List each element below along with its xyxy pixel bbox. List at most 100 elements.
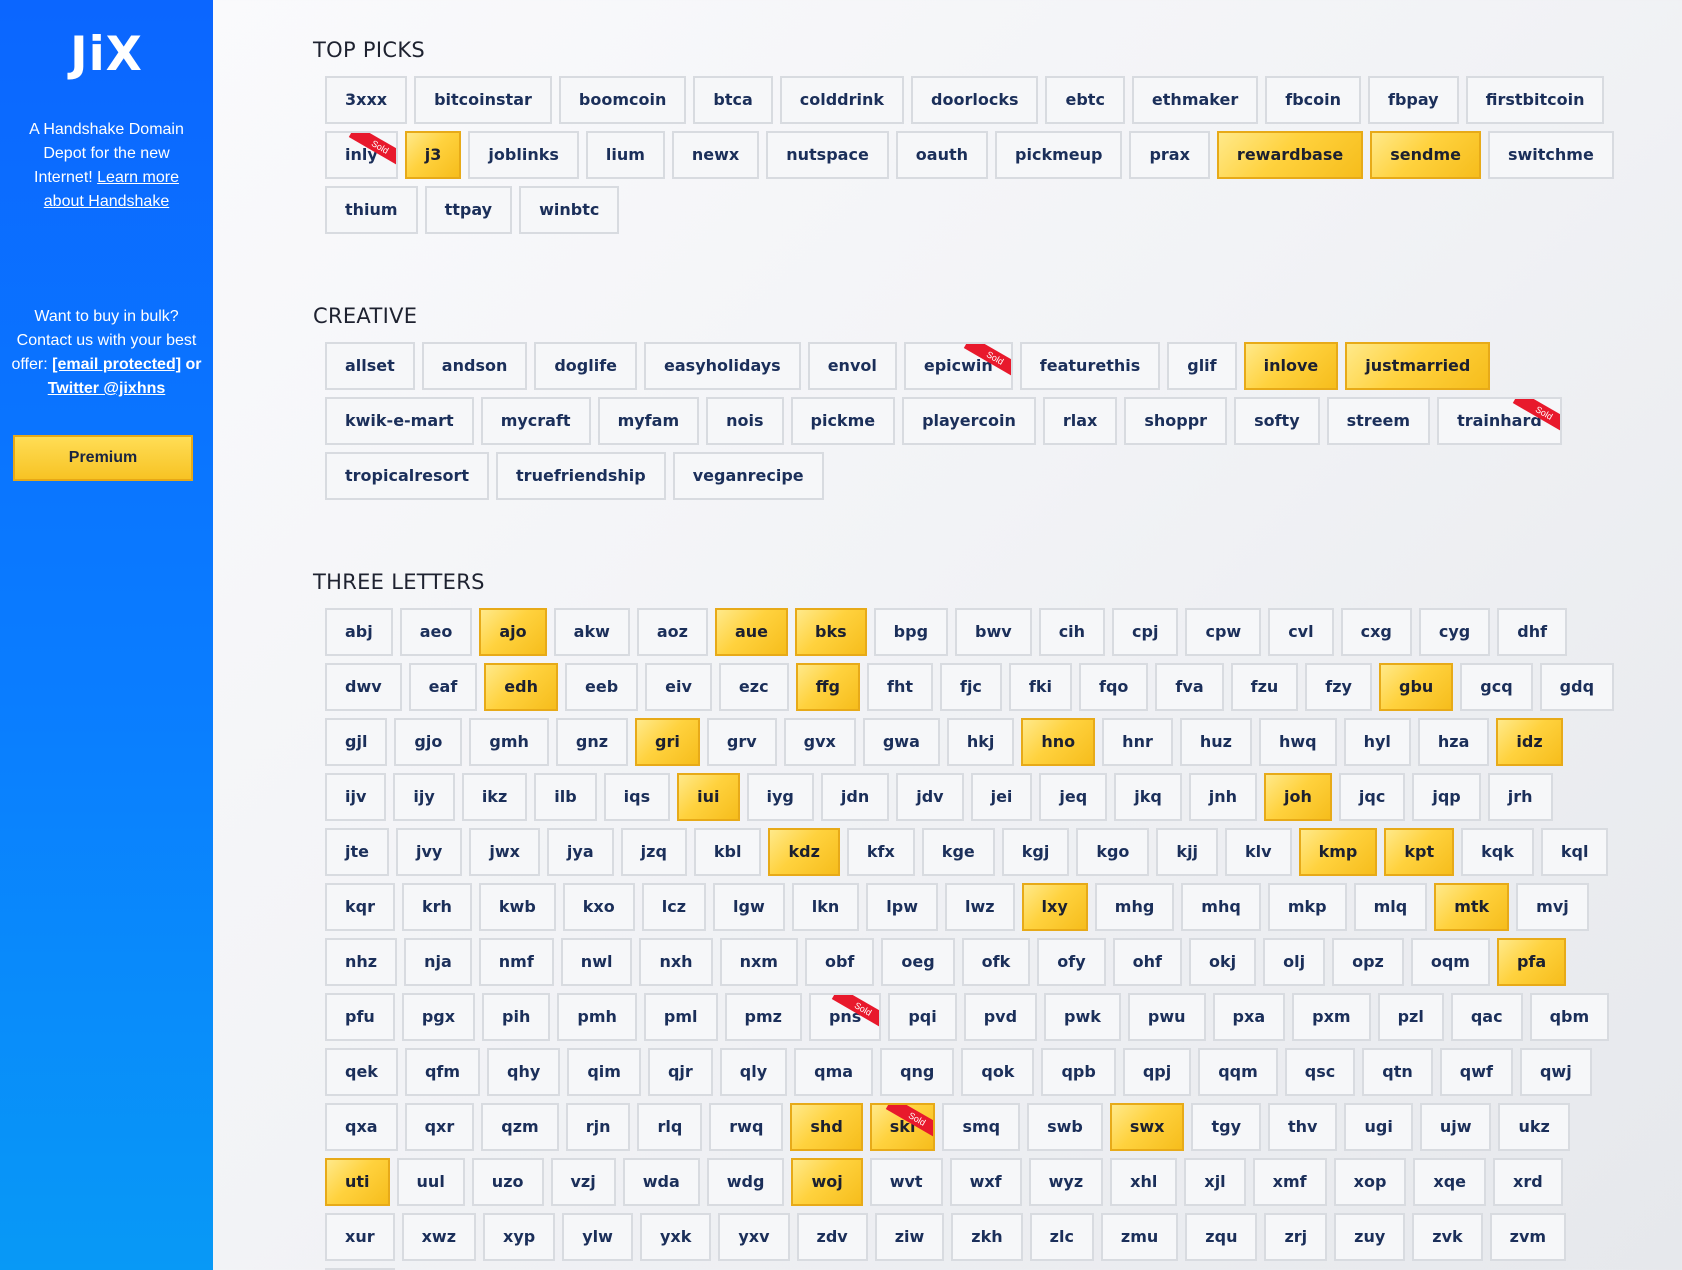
domain-chip-mlq[interactable]: mlq xyxy=(1353,883,1428,931)
domain-chip-dwv[interactable]: dwv xyxy=(325,663,402,711)
domain-chip-qma[interactable]: qma xyxy=(794,1048,874,1096)
domain-chip-myfam[interactable]: myfam xyxy=(597,397,700,445)
domain-chip-zkh[interactable]: zkh xyxy=(951,1213,1023,1261)
domain-chip-ugi[interactable]: ugi xyxy=(1344,1103,1413,1151)
domain-chip-ofy[interactable]: ofy xyxy=(1037,938,1106,986)
domain-chip-pickmeup[interactable]: pickmeup xyxy=(995,131,1123,179)
domain-chip-rjn[interactable]: rjn xyxy=(565,1103,631,1151)
domain-chip-idz[interactable]: idz xyxy=(1496,718,1563,766)
domain-chip-firstbitcoin[interactable]: firstbitcoin xyxy=(1465,76,1605,124)
domain-chip-jdn[interactable]: jdn xyxy=(820,773,890,821)
domain-chip-joblinks[interactable]: joblinks xyxy=(468,131,579,179)
domain-chip-qhy[interactable]: qhy xyxy=(487,1048,561,1096)
domain-chip-edh[interactable]: edh xyxy=(484,663,558,711)
domain-chip-kql[interactable]: kql xyxy=(1540,828,1609,876)
domain-chip-mhq[interactable]: mhq xyxy=(1181,883,1261,931)
domain-chip-qxr[interactable]: qxr xyxy=(404,1103,475,1151)
domain-chip-fzy[interactable]: fzy xyxy=(1305,663,1372,711)
domain-chip-lkn[interactable]: lkn xyxy=(791,883,860,931)
domain-chip-qng[interactable]: qng xyxy=(880,1048,955,1096)
email-link[interactable]: [email protected] xyxy=(52,356,181,373)
domain-chip-hno[interactable]: hno xyxy=(1021,718,1096,766)
domain-chip-oqm[interactable]: oqm xyxy=(1410,938,1490,986)
domain-chip-hnr[interactable]: hnr xyxy=(1102,718,1173,766)
domain-chip-gvx[interactable]: gvx xyxy=(783,718,856,766)
domain-chip-zqu[interactable]: zqu xyxy=(1185,1213,1258,1261)
domain-chip-fva[interactable]: fva xyxy=(1155,663,1224,711)
domain-chip-sendme[interactable]: sendme xyxy=(1370,131,1481,179)
domain-chip-qpj[interactable]: qpj xyxy=(1122,1048,1192,1096)
domain-chip-j3[interactable]: j3 xyxy=(404,131,462,179)
domain-chip-gjl[interactable]: gjl xyxy=(325,718,388,766)
domain-chip-woj[interactable]: woj xyxy=(791,1158,863,1206)
domain-chip-mycraft[interactable]: mycraft xyxy=(480,397,591,445)
domain-chip-fki[interactable]: fki xyxy=(1008,663,1073,711)
domain-chip-ajo[interactable]: ajo xyxy=(479,608,547,656)
domain-chip-qxa[interactable]: qxa xyxy=(325,1103,398,1151)
domain-chip-xop[interactable]: xop xyxy=(1333,1158,1407,1206)
domain-chip-klv[interactable]: klv xyxy=(1225,828,1292,876)
domain-chip-fjc[interactable]: fjc xyxy=(939,663,1002,711)
domain-chip-ofk[interactable]: ofk xyxy=(961,938,1031,986)
domain-chip-okj[interactable]: okj xyxy=(1188,938,1257,986)
domain-chip-nxh[interactable]: nxh xyxy=(639,938,713,986)
domain-chip-featurethis[interactable]: featurethis xyxy=(1019,342,1161,390)
domain-chip-kfx[interactable]: kfx xyxy=(846,828,915,876)
domain-chip-qbm[interactable]: qbm xyxy=(1529,993,1610,1041)
domain-chip-swb[interactable]: swb xyxy=(1027,1103,1103,1151)
domain-chip-uul[interactable]: uul xyxy=(396,1158,465,1206)
domain-chip-boomcoin[interactable]: boomcoin xyxy=(558,76,687,124)
domain-chip-bitcoinstar[interactable]: bitcoinstar xyxy=(414,76,552,124)
domain-chip-qim[interactable]: qim xyxy=(567,1048,641,1096)
domain-chip-joh[interactable]: joh xyxy=(1264,773,1332,821)
domain-chip-switchme[interactable]: switchme xyxy=(1487,131,1614,179)
domain-chip-pmh[interactable]: pmh xyxy=(557,993,637,1041)
domain-chip-lpw[interactable]: lpw xyxy=(866,883,938,931)
domain-chip-qac[interactable]: qac xyxy=(1450,993,1523,1041)
domain-chip-qsc[interactable]: qsc xyxy=(1284,1048,1356,1096)
domain-chip-pfu[interactable]: pfu xyxy=(325,993,395,1041)
domain-chip-kdz[interactable]: kdz xyxy=(768,828,840,876)
domain-chip-kxo[interactable]: kxo xyxy=(562,883,635,931)
domain-chip-ikz[interactable]: ikz xyxy=(461,773,528,821)
domain-chip-kmp[interactable]: kmp xyxy=(1298,828,1378,876)
domain-chip-eaf[interactable]: eaf xyxy=(408,663,478,711)
domain-chip-bpg[interactable]: bpg xyxy=(873,608,949,656)
domain-chip-grv[interactable]: grv xyxy=(706,718,777,766)
domain-chip-kqr[interactable]: kqr xyxy=(325,883,395,931)
domain-chip-zrj[interactable]: zrj xyxy=(1264,1213,1328,1261)
domain-chip-mvj[interactable]: mvj xyxy=(1516,883,1589,931)
domain-chip-tropicalresort[interactable]: tropicalresort xyxy=(325,452,490,500)
domain-chip-vzj[interactable]: vzj xyxy=(550,1158,616,1206)
domain-chip-nja[interactable]: nja xyxy=(404,938,472,986)
domain-chip-pml[interactable]: pml xyxy=(643,993,718,1041)
domain-chip-qtn[interactable]: qtn xyxy=(1362,1048,1433,1096)
domain-chip-krh[interactable]: krh xyxy=(401,883,472,931)
domain-chip-skl[interactable]: skl Sold xyxy=(869,1103,936,1151)
domain-chip-gdq[interactable]: gdq xyxy=(1539,663,1615,711)
domain-chip-tgy[interactable]: tgy xyxy=(1191,1103,1262,1151)
domain-chip-cih[interactable]: cih xyxy=(1038,608,1106,656)
premium-button[interactable]: Premium xyxy=(13,435,193,481)
domain-chip-kbl[interactable]: kbl xyxy=(693,828,762,876)
domain-chip-wyz[interactable]: wyz xyxy=(1028,1158,1104,1206)
domain-chip-hza[interactable]: hza xyxy=(1417,718,1490,766)
domain-chip-ilb[interactable]: ilb xyxy=(534,773,597,821)
domain-chip-glif[interactable]: glif xyxy=(1167,342,1237,390)
domain-chip-inly[interactable]: inly Sold xyxy=(325,131,398,179)
domain-chip-kgo[interactable]: kgo xyxy=(1076,828,1150,876)
domain-chip-gbu[interactable]: gbu xyxy=(1378,663,1454,711)
domain-chip-xhl[interactable]: xhl xyxy=(1110,1158,1178,1206)
domain-chip-pwk[interactable]: pwk xyxy=(1044,993,1121,1041)
domain-chip-oeg[interactable]: oeg xyxy=(881,938,955,986)
domain-chip-qwj[interactable]: qwj xyxy=(1519,1048,1592,1096)
domain-chip-zmu[interactable]: zmu xyxy=(1100,1213,1179,1261)
domain-chip-zlc[interactable]: zlc xyxy=(1029,1213,1094,1261)
domain-chip-fbcoin[interactable]: fbcoin xyxy=(1265,76,1361,124)
domain-chip-qqm[interactable]: qqm xyxy=(1198,1048,1278,1096)
domain-chip-thv[interactable]: thv xyxy=(1268,1103,1338,1151)
domain-chip-pxa[interactable]: pxa xyxy=(1212,993,1286,1041)
domain-chip-aoz[interactable]: aoz xyxy=(636,608,708,656)
domain-chip-wda[interactable]: wda xyxy=(622,1158,700,1206)
domain-chip-epicwin[interactable]: epicwin Sold xyxy=(903,342,1013,390)
